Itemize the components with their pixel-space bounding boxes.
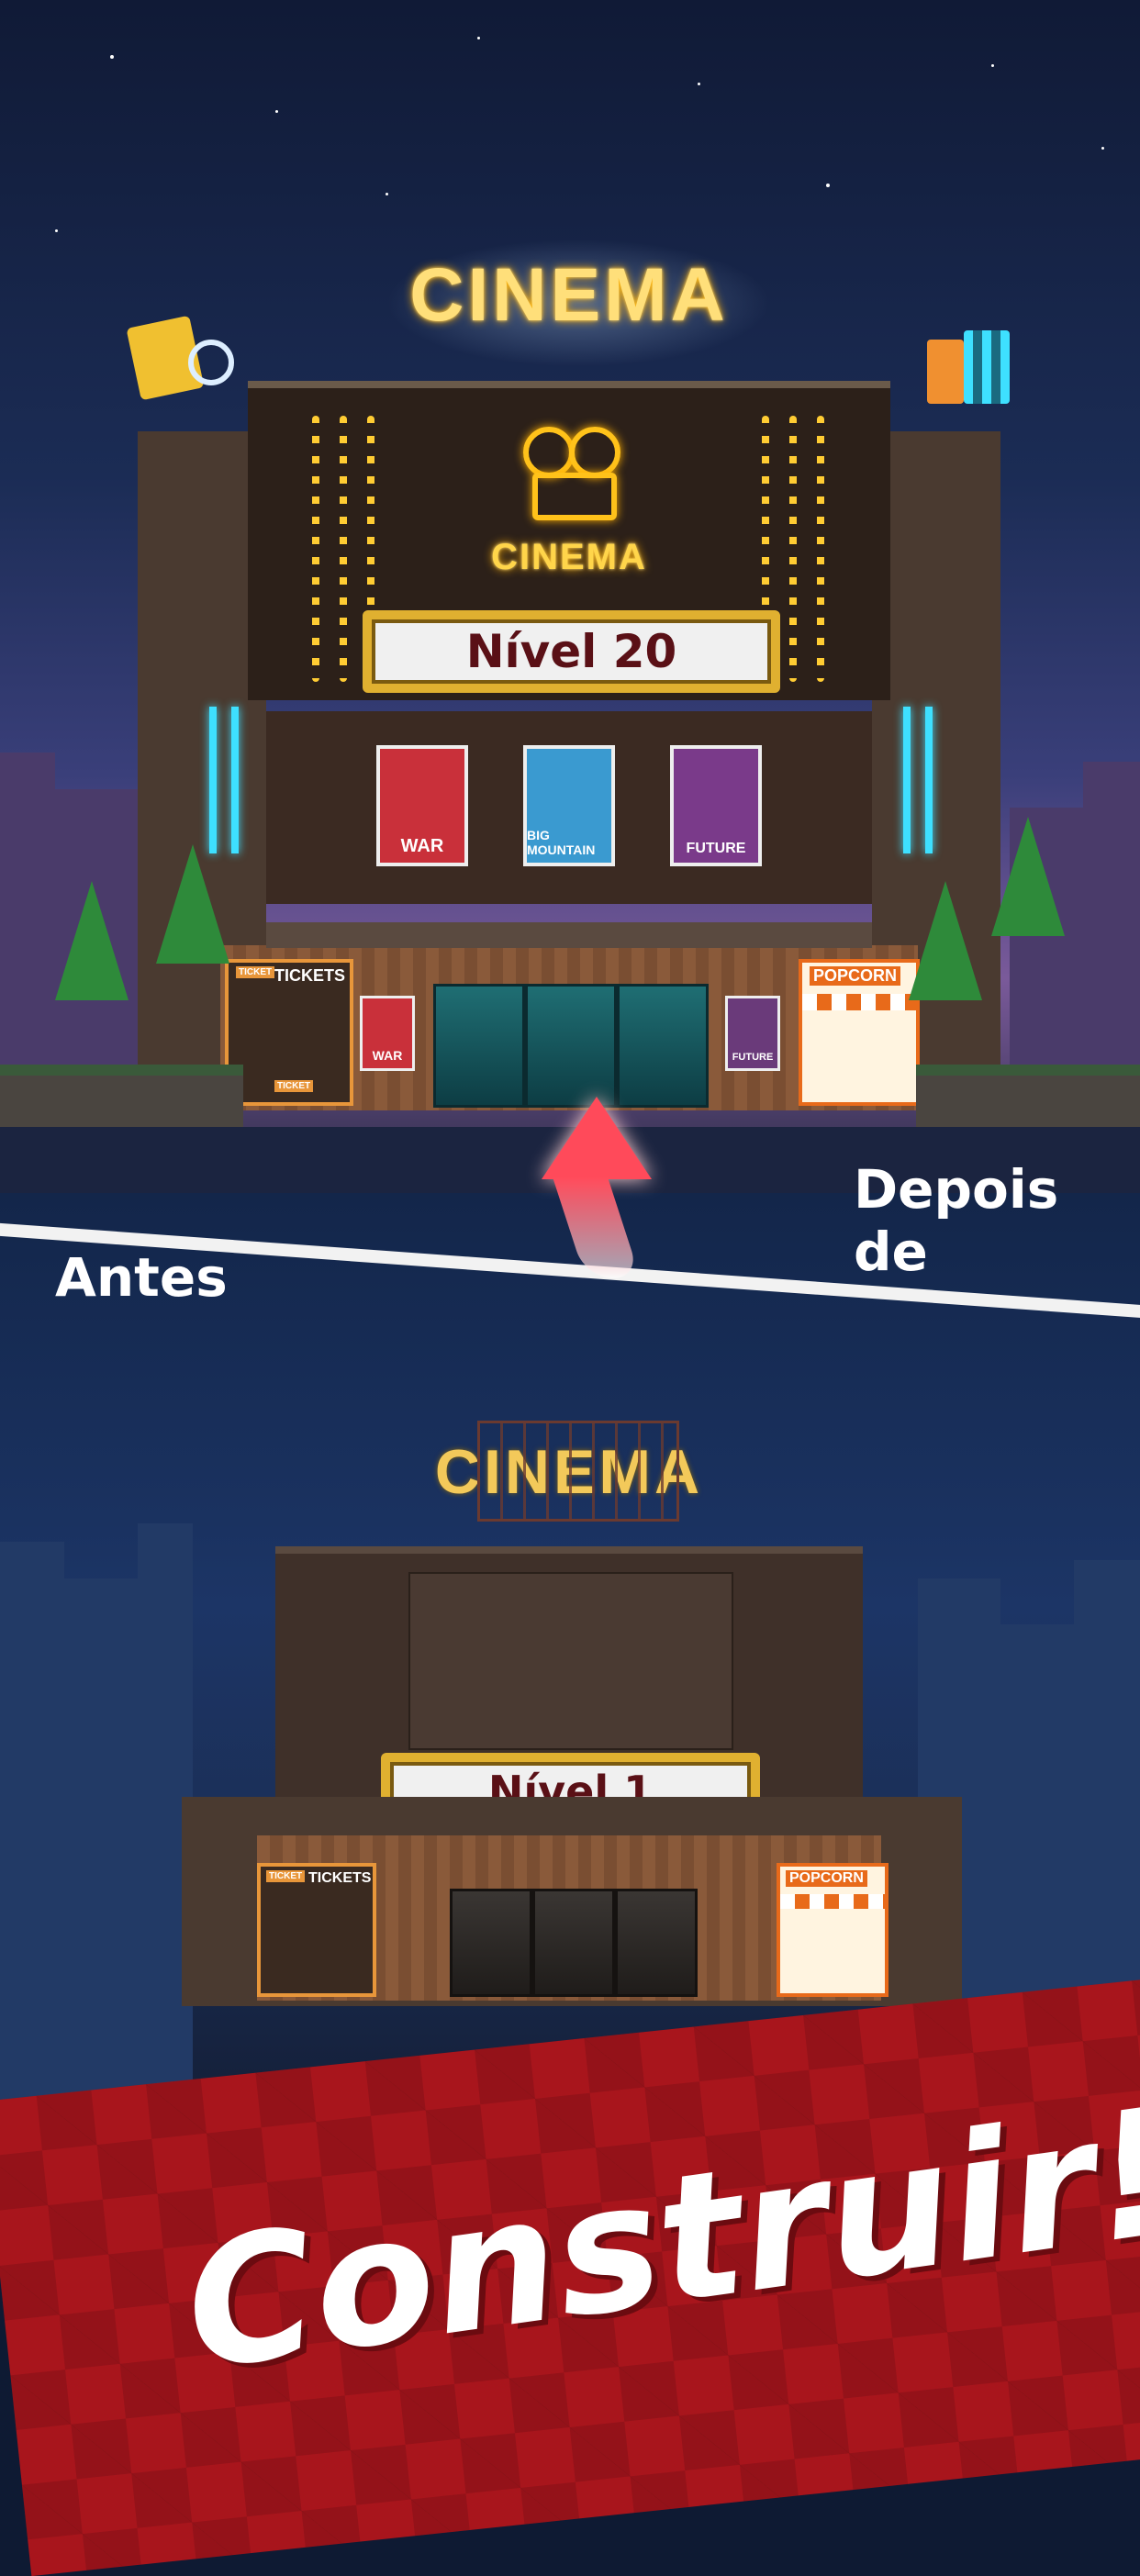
small-poster-future: FUTURE: [725, 996, 780, 1071]
popcorn-booth[interactable]: POPCORN: [799, 959, 920, 1106]
tree-left-2: [156, 844, 229, 964]
neon-cinema-sign: CINEMA: [491, 537, 647, 577]
soda-cup-icon: [927, 340, 964, 404]
neon-bar-left: [209, 707, 217, 853]
film-camera-icon: [496, 418, 643, 528]
megaphone-icon: [188, 340, 234, 385]
entrance-door-3[interactable]: [617, 984, 709, 1108]
ticket-booth-sign-level1: TICKET: [266, 1870, 306, 1882]
ticket-booth-sign: TICKET: [236, 966, 275, 978]
marquee-sign: CINEMA: [409, 253, 729, 337]
poster-war: WAR: [376, 745, 468, 866]
ticket-window-label: TICKET: [274, 1080, 314, 1092]
ticket-booth-label: TICKETS: [274, 966, 346, 985]
entrance-door-2[interactable]: [525, 984, 617, 1108]
tree-right-2: [991, 817, 1065, 936]
entrance-canopy: [266, 922, 872, 948]
popcorn-booth-level1[interactable]: POPCORN: [777, 1863, 889, 1997]
poster-future: FUTURE: [670, 745, 762, 866]
popcorn-booth-label: POPCORN: [810, 966, 901, 986]
sign-scaffold: [477, 1421, 679, 1522]
ticket-booth-level1[interactable]: TICKETS TICKET: [257, 1863, 376, 1997]
up-arrow-icon: [514, 1097, 652, 1280]
after-caption: Depois de: [854, 1158, 1059, 1283]
neon-bar-right: [903, 707, 911, 853]
entrance-door-2-level1[interactable]: [532, 1889, 615, 1997]
poster-big-mountain: BIG MOUNTAIN: [523, 745, 615, 866]
before-caption: Antes: [55, 1246, 228, 1309]
ticket-booth[interactable]: TICKETS TICKET TICKET: [225, 959, 353, 1106]
entrance-door-1-level1[interactable]: [450, 1889, 532, 1997]
tree-left-1: [55, 881, 129, 1000]
neon-bar-right-2: [925, 707, 933, 853]
neon-bar-left-2: [231, 707, 239, 853]
entrance-door-1[interactable]: [433, 984, 525, 1108]
tree-right-1: [909, 881, 982, 1000]
popcorn-booth-label-level1: POPCORN: [786, 1870, 867, 1887]
small-poster-war: WAR: [360, 996, 415, 1071]
popcorn-icon: [964, 330, 1010, 404]
ticket-booth-label-level1: TICKETS: [308, 1870, 372, 1886]
entrance-door-3-level1[interactable]: [615, 1889, 698, 1997]
level-20-plaque: Nível 20: [363, 610, 780, 693]
